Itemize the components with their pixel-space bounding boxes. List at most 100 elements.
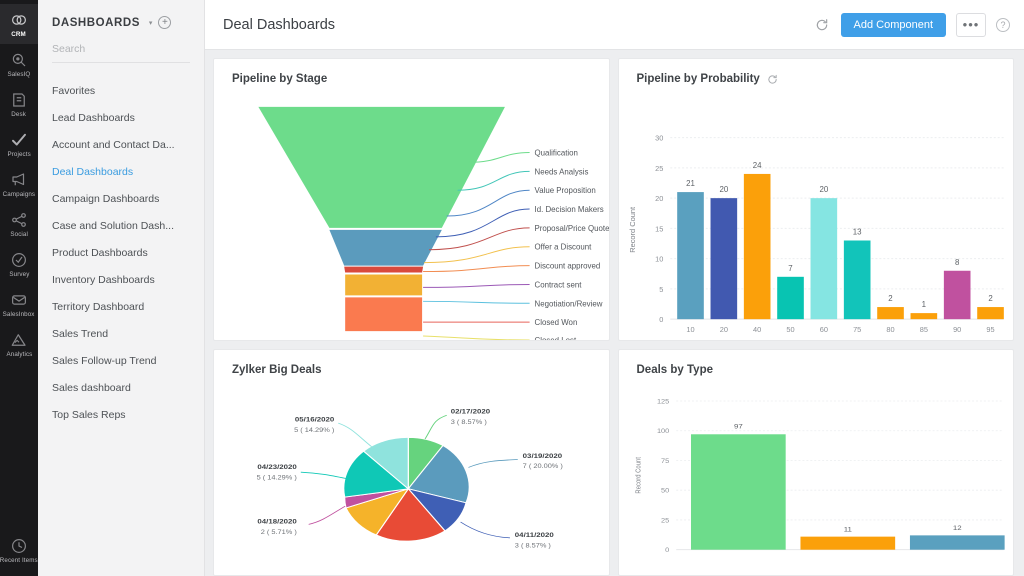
rail-item-desk[interactable]: Desk [0, 84, 38, 124]
pie-label: 03/19/2020 [523, 453, 562, 460]
card-title-text: Zylker Big Deals [232, 364, 322, 376]
funnel-label: Id. Decision Makers [535, 205, 604, 214]
rail-item-analytics[interactable]: Analytics [0, 324, 38, 364]
sidebar-item-top-sales-reps[interactable]: Top Sales Reps [38, 402, 204, 429]
survey-check-circle-icon [10, 251, 28, 269]
rail-item-salesinbox[interactable]: SalesInbox [0, 284, 38, 324]
pie-value: 3 ( 8.57% ) [515, 543, 551, 549]
card-title-text: Pipeline by Stage [232, 73, 328, 85]
card-title-text: Pipeline by Probability [636, 73, 760, 85]
bar-value: 13 [852, 228, 861, 237]
sidebar-item-territory-dashboard[interactable]: Territory Dashboard [38, 294, 204, 321]
rail-label: Desk [11, 111, 27, 118]
x-tick: 60 [819, 325, 827, 334]
rail-label: SalesInbox [3, 311, 35, 318]
bar [943, 270, 970, 320]
rail-bottom-group: Recent Items [0, 530, 38, 570]
sidebar-item-campaign-dashboards[interactable]: Campaign Dashboards [38, 186, 204, 213]
y-axis-title: Record Count [627, 207, 636, 253]
refresh-icon[interactable] [813, 16, 831, 34]
rail-item-recent-items[interactable]: Recent Items [0, 530, 38, 570]
pie-label: 02/17/2020 [451, 408, 490, 415]
salesinbox-envelope-icon [10, 291, 28, 309]
funnel-label: Discount approved [535, 262, 601, 271]
y-tick: 0 [659, 315, 663, 324]
rail-label: Recent Items [0, 557, 38, 564]
clock-icon [10, 537, 28, 555]
social-share-icon [10, 211, 28, 229]
dashboard-grid: Pipeline by Stage Qualification Needs An… [205, 50, 1024, 576]
pie-label: 04/18/2020 [257, 518, 296, 525]
funnel-label: Offer a Discount [535, 243, 593, 252]
bar-value: 24 [752, 161, 761, 170]
sidebar-item-sales-dashboard[interactable]: Sales dashboard [38, 375, 204, 402]
bar [799, 536, 895, 550]
funnel-segment-3 [344, 266, 424, 273]
rail-item-projects[interactable]: Projects [0, 124, 38, 164]
rail-label: SalesIQ [7, 71, 31, 78]
sidebar-item-account-contact[interactable]: Account and Contact Da... [38, 132, 204, 159]
refresh-icon[interactable] [767, 74, 778, 85]
bar [810, 198, 837, 320]
rail-item-crm[interactable]: CRM [0, 4, 38, 44]
funnel-segment-1 [258, 106, 505, 228]
search-input[interactable] [52, 41, 190, 63]
y-tick: 125 [656, 399, 669, 405]
rail-item-salesiq[interactable]: SalesIQ [0, 44, 38, 84]
rail-label: Social [10, 231, 28, 238]
sidebar-item-favorites[interactable]: Favorites [38, 78, 204, 105]
card-deals-by-type: Deals by Type 125 100 75 50 25 0 Record … [617, 349, 1014, 576]
pie-label: 04/11/2020 [515, 532, 554, 539]
x-tick: 75 [853, 325, 861, 334]
top-bar-actions: Add Component ••• ? [813, 12, 1010, 37]
rail-label: Campaigns [2, 191, 36, 198]
add-dashboard-button[interactable]: + [158, 16, 172, 29]
sidebar-item-inventory-dashboards[interactable]: Inventory Dashboards [38, 267, 204, 294]
sidebar-item-case-solution[interactable]: Case and Solution Dash... [38, 213, 204, 240]
bar-value: 97 [733, 423, 742, 430]
card-title-text: Deals by Type [636, 364, 714, 376]
card-pipeline-by-stage: Pipeline by Stage Qualification Needs An… [213, 58, 610, 341]
funnel-segment-4 [345, 274, 423, 296]
bar-value: 12 [952, 525, 961, 532]
funnel-label: Proposal/Price Quote [535, 224, 609, 233]
sidebar-header: DASHBOARDS ▾ + [38, 0, 204, 39]
y-tick: 0 [665, 548, 669, 554]
sidebar-item-sales-trend[interactable]: Sales Trend [38, 321, 204, 348]
card-title: Pipeline by Stage [214, 59, 609, 85]
pie-label: 05/16/2020 [295, 416, 334, 423]
top-bar: Deal Dashboards Add Component ••• ? [205, 0, 1024, 50]
y-tick: 100 [656, 429, 669, 435]
sidebar-item-sales-followup-trend[interactable]: Sales Follow-up Trend [38, 348, 204, 375]
y-tick: 30 [655, 134, 663, 143]
bar [676, 192, 704, 320]
sidebar-item-product-dashboards[interactable]: Product Dashboards [38, 240, 204, 267]
funnel-label: Qualification [535, 148, 578, 157]
rail-item-survey[interactable]: Survey [0, 244, 38, 284]
sidebar-item-lead-dashboards[interactable]: Lead Dashboards [38, 105, 204, 132]
sidebar-item-deal-dashboards[interactable]: Deal Dashboards [38, 159, 204, 186]
card-zylker-big-deals: Zylker Big Deals 02/17/2020 3 (8.57%) … [213, 349, 610, 576]
x-tick: 95 [986, 325, 994, 334]
bar [976, 307, 1004, 320]
add-component-button[interactable]: Add Component [840, 12, 946, 37]
funnel-label: Contract sent [535, 280, 583, 289]
sidebar-search [38, 39, 204, 71]
x-tick: 40 [753, 325, 761, 334]
rail-item-campaigns[interactable]: Campaigns [0, 164, 38, 204]
bar-value: 2 [988, 294, 992, 303]
funnel-label: Needs Analysis [535, 167, 589, 176]
bar-value: 1 [921, 300, 926, 309]
bar [909, 535, 1005, 550]
bar [743, 173, 770, 320]
more-options-button[interactable]: ••• [956, 12, 986, 37]
help-icon[interactable]: ? [996, 17, 1010, 32]
bar-value: 20 [719, 185, 728, 194]
x-tick: 90 [953, 325, 961, 334]
chevron-down-icon[interactable]: ▾ [149, 19, 153, 27]
card-title: Deals by Type [619, 350, 1014, 376]
funnel-segment-5 [345, 297, 423, 332]
rail-label: CRM [11, 31, 27, 38]
y-tick: 50 [661, 488, 670, 494]
rail-item-social[interactable]: Social [0, 204, 38, 244]
